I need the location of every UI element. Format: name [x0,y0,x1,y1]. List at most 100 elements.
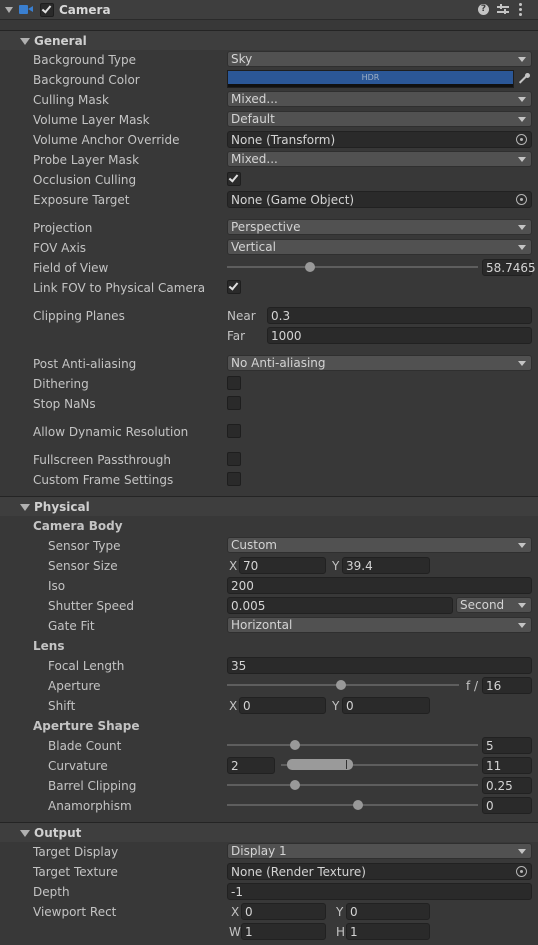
gate-fit-dropdown[interactable]: Horizontal [227,617,532,633]
dropdown-value: Second [460,598,505,612]
curvature-range-handle[interactable] [287,759,353,770]
viewport-x-input[interactable]: 0 [241,903,326,920]
sensor-type-dropdown[interactable]: Custom [227,537,532,553]
section-expand-arrow-icon[interactable] [20,38,30,45]
section-expand-arrow-icon[interactable] [20,830,30,837]
near-plane-input[interactable]: 0.3 [267,307,532,324]
section-expand-arrow-icon[interactable] [20,504,30,511]
occlusion-culling-checkbox[interactable] [227,172,241,186]
shift-y-label: Y [332,699,340,713]
projection-dropdown[interactable]: Perspective [227,219,532,235]
blade-count-input[interactable]: 5 [482,737,532,754]
section-physical-header[interactable]: Physical [0,496,538,516]
blade-count-slider-thumb[interactable] [289,740,300,750]
dithering-checkbox[interactable] [227,376,241,390]
shift-x-label: X [229,699,238,713]
field-value: 2 [231,759,239,773]
section-output-header[interactable]: Output [0,822,538,842]
probe-layer-mask-dropdown[interactable]: Mixed... [227,151,532,167]
help-icon[interactable]: ? [478,4,489,15]
chevron-down-icon [518,543,526,548]
dropdown-value: Vertical [231,240,276,254]
aperture-slider-thumb[interactable] [335,680,346,690]
chevron-down-icon [518,97,526,102]
sensor-size-x-input[interactable]: 70 [239,557,326,574]
object-picker-icon[interactable] [516,194,527,205]
iso-input[interactable]: 200 [227,577,532,594]
curvature-max-input[interactable]: 11 [482,757,532,774]
more-icon[interactable] [519,3,523,16]
anamorphism-input[interactable]: 0 [482,797,532,814]
viewport-rect-label: Viewport Rect [33,905,117,919]
section-general-header[interactable]: General [0,30,538,50]
chevron-down-icon [518,603,526,608]
shutter-speed-unit-dropdown[interactable]: Second [456,597,532,613]
field-value: 16 [486,679,502,693]
allow-dynamic-resolution-checkbox[interactable] [227,424,241,438]
barrel-clipping-slider-track[interactable] [227,784,478,786]
stop-nans-checkbox[interactable] [227,396,241,410]
viewport-y-input[interactable]: 0 [346,903,430,920]
volume-layer-mask-label: Volume Layer Mask [33,113,150,127]
barrel-clipping-input[interactable]: 0.25 [482,777,532,794]
post-anti-aliasing-dropdown[interactable]: No Anti-aliasing [227,355,532,371]
field-of-view-input[interactable]: 58.7465 [482,259,536,276]
viewport-h-input[interactable]: 1 [346,923,430,940]
shutter-speed-label: Shutter Speed [48,599,134,613]
object-picker-icon[interactable] [516,866,527,877]
field-value: 0 [486,799,494,813]
viewport-h-label: H [336,925,346,939]
volume-anchor-override-label: Volume Anchor Override [33,133,180,147]
shift-y-input[interactable]: 0 [342,697,430,714]
focal-length-label: Focal Length [48,659,125,673]
blade-count-label: Blade Count [48,739,122,753]
aperture-input[interactable]: 16 [482,677,532,694]
dropdown-value: Horizontal [231,618,293,632]
dropdown-value: No Anti-aliasing [231,356,326,370]
field-of-view-slider-thumb[interactable] [304,262,315,272]
viewport-x-label: X [231,905,240,919]
target-texture-field[interactable]: None (Render Texture) [227,863,532,880]
dropdown-value: Mixed... [231,92,278,106]
viewport-y-label: Y [336,905,344,919]
custom-frame-settings-label: Custom Frame Settings [33,473,174,487]
sensor-size-y-input[interactable]: 39.4 [342,557,430,574]
curvature-min-input[interactable]: 2 [227,757,275,774]
shift-x-input[interactable]: 0 [239,697,326,714]
field-of-view-slider-track[interactable] [227,266,478,268]
shutter-speed-input[interactable]: 0.005 [227,597,453,614]
barrel-clipping-slider-thumb[interactable] [289,780,300,790]
f-stop-prefix: f / [466,679,479,693]
chevron-down-icon [518,117,526,122]
background-type-dropdown[interactable]: Sky [227,51,532,67]
aperture-shape-heading: Aperture Shape [33,719,140,733]
volume-anchor-override-field[interactable]: None (Transform) [227,131,532,148]
depth-input[interactable]: -1 [227,883,532,900]
presets-icon[interactable] [497,4,509,15]
stop-nans-label: Stop NaNs [33,397,96,411]
background-color-swatch[interactable]: HDR [227,70,514,88]
dithering-label: Dithering [33,377,89,391]
object-picker-icon[interactable] [516,134,527,145]
field-value: 1 [350,925,358,939]
custom-frame-settings-checkbox[interactable] [227,472,241,486]
collapse-arrow-icon[interactable] [5,7,13,13]
far-plane-input[interactable]: 1000 [267,327,532,344]
chevron-down-icon [518,225,526,230]
link-fov-checkbox[interactable] [227,280,241,294]
target-display-dropdown[interactable]: Display 1 [227,843,532,859]
culling-mask-dropdown[interactable]: Mixed... [227,91,532,107]
exposure-target-field[interactable]: None (Game Object) [227,191,532,208]
focal-length-input[interactable]: 35 [227,657,532,674]
field-value: 0 [245,905,253,919]
field-of-view-label: Field of View [33,261,109,275]
anamorphism-slider-thumb[interactable] [352,800,363,810]
viewport-w-input[interactable]: 1 [241,923,326,940]
fullscreen-passthrough-checkbox[interactable] [227,452,241,466]
eyedropper-icon[interactable] [516,71,532,87]
component-enabled-checkbox[interactable] [40,3,54,17]
blade-count-slider-track[interactable] [227,744,478,746]
component-title: Camera [59,3,111,17]
volume-layer-mask-dropdown[interactable]: Default [227,111,532,127]
fov-axis-dropdown[interactable]: Vertical [227,239,532,255]
